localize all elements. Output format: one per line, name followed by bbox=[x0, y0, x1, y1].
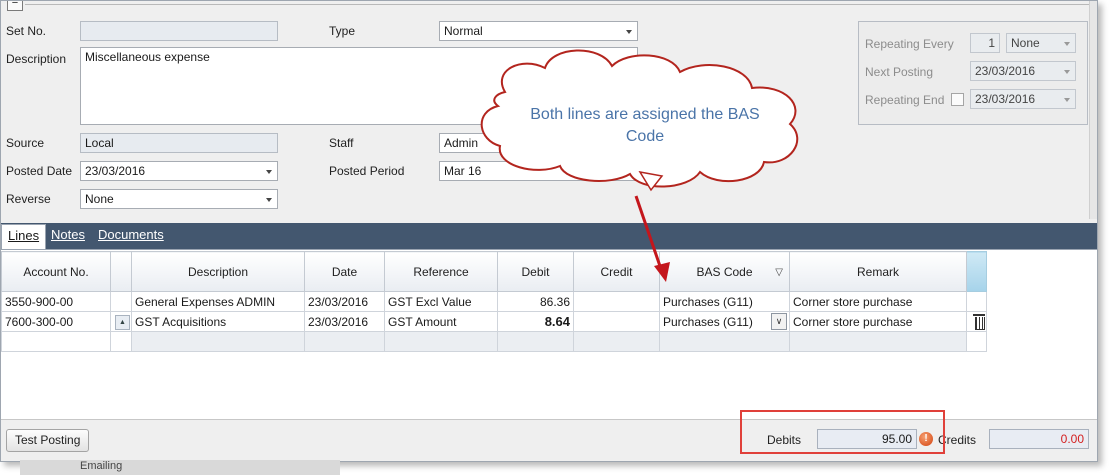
cell-account[interactable]: 7600-300-00 bbox=[1, 311, 111, 332]
cell-reference[interactable]: GST Amount bbox=[384, 311, 498, 332]
reverse-select[interactable]: None bbox=[80, 189, 278, 209]
table-row[interactable]: 3550-900-00 General Expenses ADMIN 23/03… bbox=[1, 291, 987, 312]
cell-debit[interactable]: 8.64 bbox=[497, 311, 574, 332]
table-row[interactable]: 7600-300-00 ▲ GST Acquisitions 23/03/201… bbox=[1, 311, 987, 332]
lines-grid: Account No. Description Date Reference D… bbox=[1, 251, 987, 352]
cell-marker[interactable]: ▲ bbox=[110, 311, 132, 332]
col-header-bas-code-label: BAS Code bbox=[696, 264, 753, 279]
cell-description[interactable]: GST Acquisitions bbox=[131, 311, 305, 332]
next-posting-label: Next Posting bbox=[865, 65, 934, 79]
cell-marker bbox=[110, 331, 132, 352]
col-header-reference[interactable]: Reference bbox=[384, 251, 498, 292]
journal-window: − Set No. Description Miscellaneous expe… bbox=[0, 0, 1098, 462]
repeating-end-label: Repeating End bbox=[865, 93, 945, 107]
cell-debit[interactable] bbox=[497, 331, 574, 352]
grid-header-row: Account No. Description Date Reference D… bbox=[1, 251, 987, 292]
cell-remark[interactable]: Corner store purchase bbox=[789, 311, 967, 332]
col-header-account[interactable]: Account No. bbox=[1, 251, 111, 292]
type-select[interactable]: Normal bbox=[439, 21, 638, 41]
repeating-end-checkbox[interactable] bbox=[951, 93, 964, 106]
row-expand-icon[interactable]: ▲ bbox=[115, 315, 130, 330]
col-header-actions bbox=[966, 251, 987, 292]
cell-marker bbox=[110, 291, 132, 312]
col-header-date[interactable]: Date bbox=[304, 251, 385, 292]
col-header-marker bbox=[110, 251, 132, 292]
col-header-debit[interactable]: Debit bbox=[497, 251, 574, 292]
cell-actions bbox=[966, 331, 987, 352]
cell-reference[interactable]: GST Excl Value bbox=[384, 291, 498, 312]
chevron-down-icon[interactable]: ∨ bbox=[771, 313, 787, 330]
col-header-bas-code[interactable]: BAS Code ▽ bbox=[659, 251, 790, 292]
description-label: Description bbox=[6, 52, 67, 66]
vertical-scrollbar[interactable] bbox=[1089, 1, 1097, 219]
credits-total: 0.00 bbox=[989, 429, 1089, 449]
callout-text: Both lines are assigned the BAS Code bbox=[530, 106, 760, 145]
cell-account[interactable]: 3550-900-00 bbox=[1, 291, 111, 312]
cell-date[interactable]: 23/03/2016 bbox=[304, 311, 385, 332]
cell-description[interactable]: General Expenses ADMIN bbox=[131, 291, 305, 312]
tab-documents[interactable]: Documents bbox=[98, 227, 164, 242]
staff-label: Staff bbox=[329, 136, 354, 150]
cell-actions[interactable] bbox=[966, 311, 987, 332]
repeating-count-field[interactable]: 1 bbox=[970, 33, 1000, 53]
cell-remark[interactable]: Corner store purchase bbox=[789, 291, 967, 312]
repeating-group: Repeating Every 1 None Next Posting 23/0… bbox=[858, 21, 1088, 125]
cell-debit[interactable]: 86.36 bbox=[497, 291, 574, 312]
col-header-description[interactable]: Description bbox=[131, 251, 305, 292]
debits-label: Debits bbox=[767, 433, 802, 447]
posted-period-field[interactable]: Mar 16 bbox=[439, 161, 638, 181]
cell-bas-code-value: Purchases (G11) bbox=[663, 314, 753, 329]
cell-reference[interactable] bbox=[384, 331, 498, 352]
repeating-unit-select[interactable]: None bbox=[1006, 33, 1076, 53]
tab-notes[interactable]: Notes bbox=[51, 227, 85, 242]
type-label: Type bbox=[329, 24, 356, 38]
underlying-window-strip: Emailing bbox=[20, 460, 340, 475]
cell-actions bbox=[966, 291, 987, 312]
posted-period-label: Posted Period bbox=[329, 164, 405, 178]
reverse-label: Reverse bbox=[6, 192, 51, 206]
cell-bas-code[interactable] bbox=[659, 331, 790, 352]
cell-credit[interactable] bbox=[573, 331, 660, 352]
cell-description[interactable] bbox=[131, 331, 305, 352]
lines-grid-area: Account No. Description Date Reference D… bbox=[1, 249, 1097, 419]
new-row[interactable] bbox=[1, 331, 987, 352]
header-rule bbox=[25, 4, 1097, 5]
cell-date[interactable] bbox=[304, 331, 385, 352]
cell-credit[interactable] bbox=[573, 311, 660, 332]
cell-bas-code[interactable]: Purchases (G11) ∨ bbox=[659, 311, 790, 332]
cell-credit[interactable] bbox=[573, 291, 660, 312]
debits-total: 95.00 bbox=[817, 429, 917, 449]
tab-bar: Lines Notes Documents bbox=[1, 223, 1097, 249]
warning-icon[interactable]: ! bbox=[919, 432, 933, 446]
cell-date[interactable]: 23/03/2016 bbox=[304, 291, 385, 312]
source-field: Local bbox=[80, 133, 278, 153]
cell-bas-code[interactable]: Purchases (G11) bbox=[659, 291, 790, 312]
repeating-every-label: Repeating Every bbox=[865, 37, 954, 51]
test-posting-button[interactable]: Test Posting bbox=[6, 429, 90, 452]
collapse-icon[interactable]: − bbox=[7, 1, 23, 11]
repeating-end-picker[interactable]: 23/03/2016 bbox=[970, 89, 1076, 109]
source-label: Source bbox=[6, 136, 45, 150]
col-header-remark[interactable]: Remark bbox=[789, 251, 967, 292]
set-no-field bbox=[80, 21, 278, 41]
tab-lines[interactable]: Lines bbox=[1, 224, 47, 249]
footer-bar: Test Posting Debits 95.00 ! Credits 0.00 bbox=[1, 419, 1097, 461]
delete-icon[interactable] bbox=[972, 314, 986, 330]
posted-date-label: Posted Date bbox=[6, 164, 73, 178]
cell-account[interactable] bbox=[1, 331, 111, 352]
set-no-label: Set No. bbox=[6, 24, 47, 38]
next-posting-picker[interactable]: 23/03/2016 bbox=[970, 61, 1076, 81]
cell-remark[interactable] bbox=[789, 331, 967, 352]
posted-date-picker[interactable]: 23/03/2016 bbox=[80, 161, 278, 181]
credits-label: Credits bbox=[938, 433, 977, 447]
col-header-credit[interactable]: Credit bbox=[573, 251, 660, 292]
underlying-item-label: Emailing bbox=[80, 460, 123, 472]
sort-arrow-icon[interactable]: ▽ bbox=[775, 267, 783, 278]
